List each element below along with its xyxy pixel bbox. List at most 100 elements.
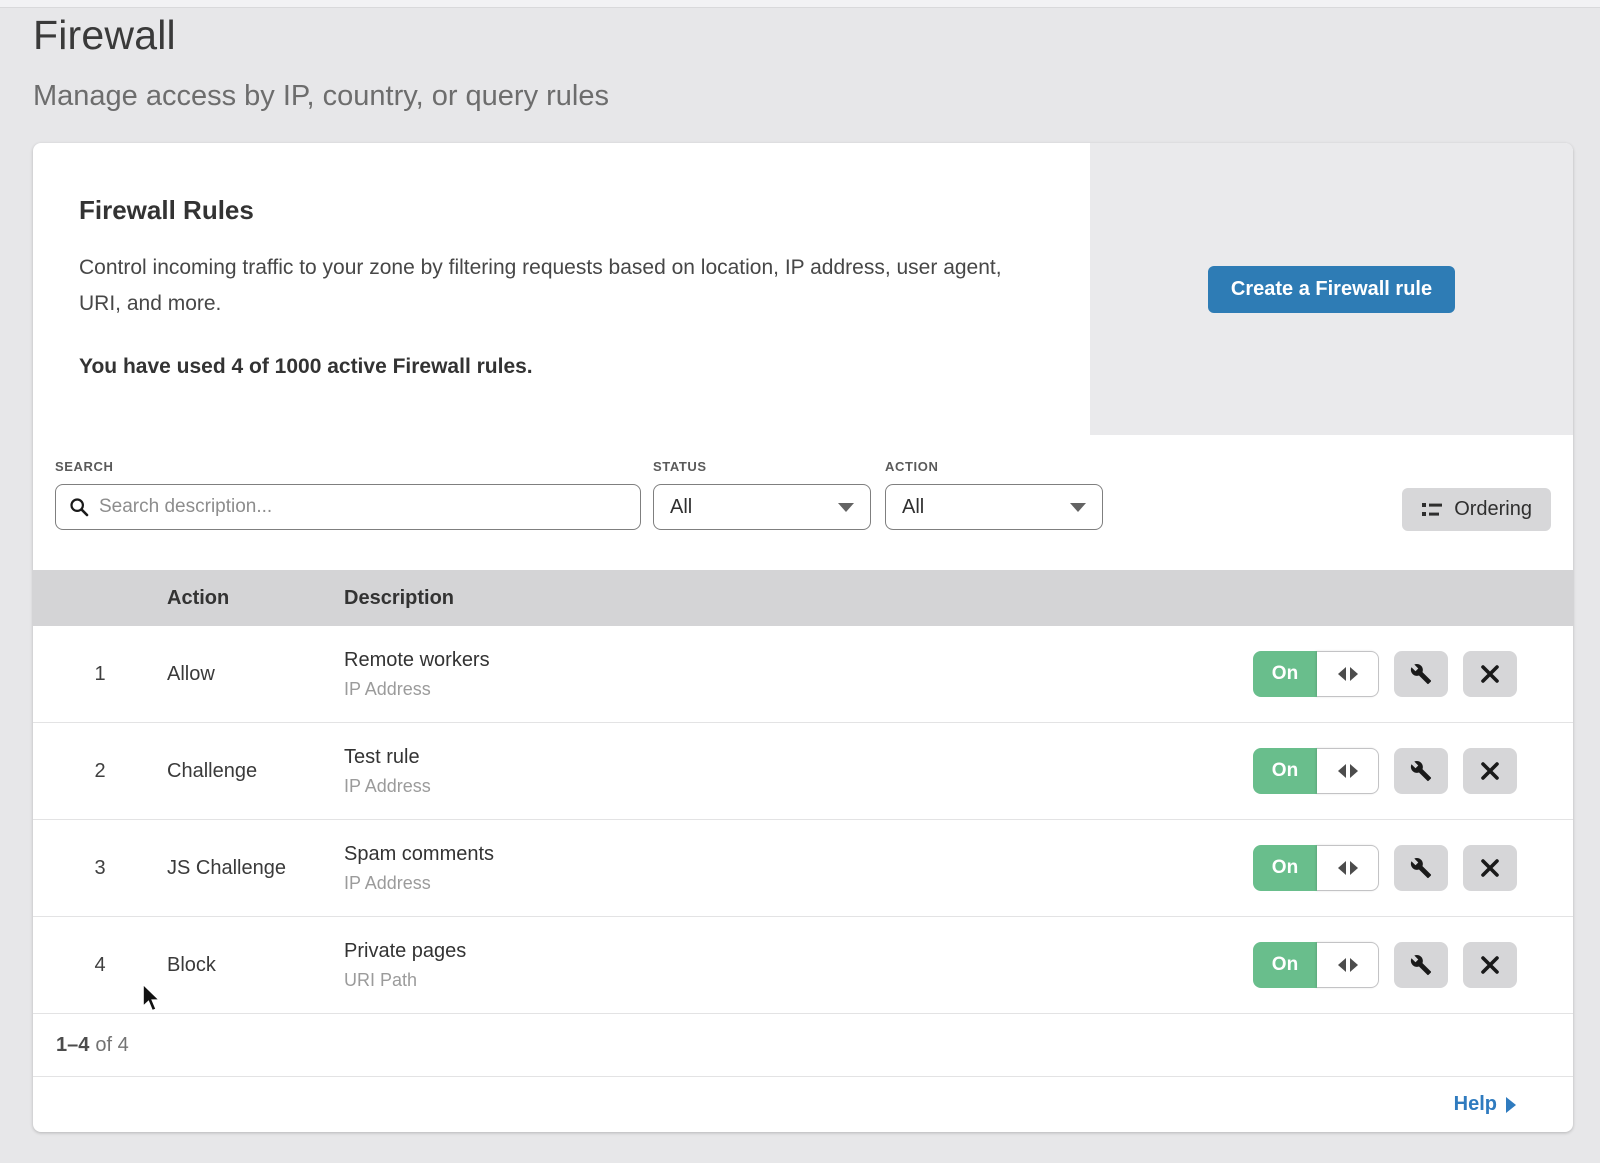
intro-section: Firewall Rules Control incoming traffic … — [33, 143, 1090, 435]
list-icon — [1421, 500, 1443, 520]
section-description: Control incoming traffic to your zone by… — [79, 250, 1024, 322]
rule-toggle[interactable]: On — [1253, 845, 1379, 891]
rule-priority: 4 — [33, 954, 167, 977]
rule-description-cell: Spam comments IP Address — [344, 843, 1251, 894]
status-selected-value: All — [670, 496, 692, 519]
rule-controls: On — [1251, 942, 1573, 988]
rule-type: IP Address — [344, 873, 1251, 894]
pagination-total: of 4 — [95, 1034, 128, 1057]
left-arrow-icon — [1338, 764, 1346, 778]
action-column-header: Action — [167, 587, 344, 610]
search-label: SEARCH — [55, 459, 641, 474]
x-icon — [1480, 858, 1500, 878]
action-filter-group: ACTION All — [885, 459, 1103, 570]
right-arrow-icon — [1350, 958, 1358, 972]
arrow-right-icon — [1506, 1097, 1516, 1113]
delete-rule-button[interactable] — [1463, 651, 1517, 697]
toggle-on-label: On — [1253, 942, 1317, 988]
ordering-button-label: Ordering — [1454, 498, 1532, 521]
wrench-icon — [1410, 857, 1432, 879]
description-column-header: Description — [344, 587, 1251, 610]
rule-toggle[interactable]: On — [1253, 748, 1379, 794]
rule-priority: 3 — [33, 857, 167, 880]
edit-rule-button[interactable] — [1394, 942, 1448, 988]
ordering-button[interactable]: Ordering — [1402, 488, 1551, 531]
reorder-handle[interactable] — [1317, 845, 1379, 891]
rule-type: IP Address — [344, 679, 1251, 700]
toggle-on-label: On — [1253, 845, 1317, 891]
action-label: ACTION — [885, 459, 1103, 474]
page-subtitle: Manage access by IP, country, or query r… — [33, 80, 609, 113]
create-firewall-rule-button[interactable]: Create a Firewall rule — [1208, 266, 1455, 313]
rule-description-cell: Private pages URI Path — [344, 940, 1251, 991]
status-select[interactable]: All — [653, 484, 871, 530]
rule-type: IP Address — [344, 776, 1251, 797]
usage-summary: You have used 4 of 1000 active Firewall … — [79, 355, 1050, 379]
rule-description: Private pages — [344, 940, 1251, 963]
chevron-down-icon — [838, 503, 854, 512]
x-icon — [1480, 664, 1500, 684]
rule-priority: 1 — [33, 663, 167, 686]
card-top-section: Firewall Rules Control incoming traffic … — [33, 143, 1573, 435]
reorder-handle[interactable] — [1317, 651, 1379, 697]
right-arrow-icon — [1350, 861, 1358, 875]
reorder-handle[interactable] — [1317, 748, 1379, 794]
rule-controls: On — [1251, 651, 1573, 697]
table-row: 4 Block Private pages URI Path On — [33, 917, 1573, 1014]
rule-toggle[interactable]: On — [1253, 651, 1379, 697]
search-icon — [69, 497, 89, 517]
filters-bar: SEARCH STATUS All ACTION All — [33, 435, 1573, 570]
rule-action: JS Challenge — [167, 857, 344, 880]
rule-description: Remote workers — [344, 649, 1251, 672]
wrench-icon — [1410, 663, 1432, 685]
create-rule-panel: Create a Firewall rule — [1090, 143, 1573, 435]
rule-toggle[interactable]: On — [1253, 942, 1379, 988]
edit-rule-button[interactable] — [1394, 748, 1448, 794]
wrench-icon — [1410, 954, 1432, 976]
delete-rule-button[interactable] — [1463, 748, 1517, 794]
help-bar: Help — [33, 1077, 1573, 1132]
action-select[interactable]: All — [885, 484, 1103, 530]
rule-priority: 2 — [33, 760, 167, 783]
delete-rule-button[interactable] — [1463, 845, 1517, 891]
edit-rule-button[interactable] — [1394, 651, 1448, 697]
rule-controls: On — [1251, 845, 1573, 891]
table-row: 3 JS Challenge Spam comments IP Address … — [33, 820, 1573, 917]
delete-rule-button[interactable] — [1463, 942, 1517, 988]
status-filter-group: STATUS All — [653, 459, 871, 570]
reorder-handle[interactable] — [1317, 942, 1379, 988]
rule-action: Allow — [167, 663, 344, 686]
wrench-icon — [1410, 760, 1432, 782]
table-row: 2 Challenge Test rule IP Address On — [33, 723, 1573, 820]
window-top-strip — [0, 0, 1600, 8]
rule-action: Block — [167, 954, 344, 977]
toggle-on-label: On — [1253, 748, 1317, 794]
rule-controls: On — [1251, 748, 1573, 794]
rule-description-cell: Test rule IP Address — [344, 746, 1251, 797]
chevron-down-icon — [1070, 503, 1086, 512]
rule-type: URI Path — [344, 970, 1251, 991]
section-heading: Firewall Rules — [79, 195, 1050, 226]
x-icon — [1480, 761, 1500, 781]
action-selected-value: All — [902, 496, 924, 519]
left-arrow-icon — [1338, 958, 1346, 972]
rule-description: Spam comments — [344, 843, 1251, 866]
firewall-rules-card: Firewall Rules Control incoming traffic … — [33, 143, 1573, 1132]
help-link[interactable]: Help — [1454, 1093, 1516, 1116]
rule-description-cell: Remote workers IP Address — [344, 649, 1251, 700]
rule-description: Test rule — [344, 746, 1251, 769]
search-filter-group: SEARCH — [55, 459, 641, 570]
search-input[interactable] — [99, 496, 627, 518]
search-input-box[interactable] — [55, 484, 641, 530]
right-arrow-icon — [1350, 764, 1358, 778]
mouse-cursor — [141, 983, 167, 1013]
left-arrow-icon — [1338, 861, 1346, 875]
pagination-bar: 1–4 of 4 — [33, 1014, 1573, 1077]
edit-rule-button[interactable] — [1394, 845, 1448, 891]
table-header: Action Description — [33, 570, 1573, 626]
status-label: STATUS — [653, 459, 871, 474]
rule-action: Challenge — [167, 760, 344, 783]
table-row: 1 Allow Remote workers IP Address On — [33, 626, 1573, 723]
page-header: Firewall Manage access by IP, country, o… — [33, 12, 609, 113]
page-title: Firewall — [33, 12, 609, 59]
